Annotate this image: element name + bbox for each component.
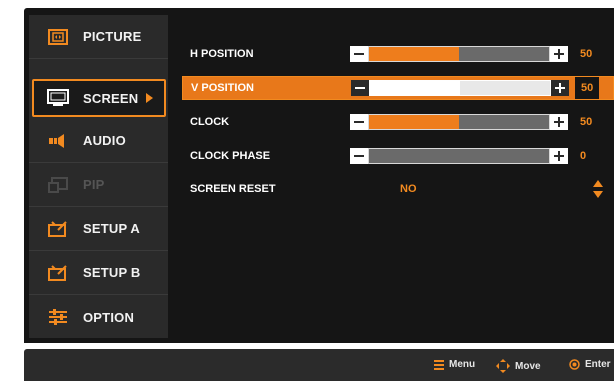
h-position-slider[interactable] (350, 46, 568, 62)
clock-slider[interactable] (350, 114, 568, 130)
submenu-arrow-icon (146, 93, 154, 103)
sidebar-item-label: PICTURE (83, 29, 142, 44)
setup-icon (45, 263, 71, 283)
clock-phase-slider[interactable] (350, 148, 568, 164)
clock-row[interactable]: CLOCK 50 (182, 110, 614, 134)
plus-icon[interactable] (550, 46, 568, 62)
row-value: 50 (580, 116, 593, 128)
row-label: H POSITION (190, 48, 254, 60)
slider-fill (370, 81, 460, 95)
enter-hint: Enter (569, 359, 611, 370)
osd-window: PICTURE SCREEN AUDIO PIP SETUP A SETUP B… (24, 8, 614, 343)
slider-track[interactable] (369, 80, 551, 96)
row-label: CLOCK (190, 116, 230, 128)
minus-icon[interactable] (350, 46, 368, 62)
menu-icon (434, 359, 444, 370)
screen-reset-row[interactable]: SCREEN RESET NO (182, 177, 614, 201)
picture-icon (45, 27, 71, 47)
screen-settings-panel: H POSITION 50 V POSITION 50 CLOCK 50 CLO… (168, 15, 614, 338)
setup-icon (45, 219, 71, 239)
row-label: SCREEN RESET (190, 183, 276, 195)
audio-icon (45, 131, 71, 151)
pip-icon (45, 175, 71, 195)
sidebar-item-label: SCREEN (83, 90, 139, 106)
plus-icon[interactable] (550, 148, 568, 164)
slider-track[interactable] (368, 46, 550, 62)
row-label: V POSITION (191, 82, 254, 94)
up-down-arrows-icon[interactable] (593, 180, 603, 198)
sidebar-item-picture[interactable]: PICTURE (29, 15, 168, 59)
slider-track[interactable] (368, 114, 550, 130)
h-position-row[interactable]: H POSITION 50 (182, 42, 614, 66)
plus-icon[interactable] (551, 80, 569, 96)
enter-hint-label: Enter (585, 359, 611, 370)
row-value: 50 (580, 48, 593, 60)
sidebar-item-screen[interactable]: SCREEN (32, 79, 166, 117)
slider-track[interactable] (368, 148, 550, 164)
menu-hint-label: Menu (449, 359, 476, 370)
slider-fill (369, 47, 459, 61)
plus-icon[interactable] (550, 114, 568, 130)
enter-circle-icon (569, 359, 580, 370)
sidebar-item-label: PIP (83, 177, 105, 192)
move-arrows-icon (496, 359, 510, 373)
sidebar-item-pip[interactable]: PIP (29, 163, 168, 207)
row-value: 50 (575, 77, 600, 99)
sidebar-item-option[interactable]: OPTION (29, 295, 168, 339)
sidebar-item-label: OPTION (83, 309, 135, 325)
sidebar-item-setup-b[interactable]: SETUP B (29, 251, 168, 295)
slider-fill (369, 115, 459, 129)
sidebar-item-audio[interactable]: AUDIO (29, 119, 168, 163)
move-hint: Move (496, 359, 541, 373)
move-hint-label: Move (515, 360, 541, 372)
minus-icon[interactable] (350, 114, 368, 130)
v-position-slider[interactable] (351, 80, 569, 96)
minus-icon[interactable] (350, 148, 368, 164)
sidebar-item-label: SETUP B (83, 265, 141, 280)
minus-icon[interactable] (351, 80, 369, 96)
sidebar-item-setup-a[interactable]: SETUP A (29, 207, 168, 251)
clock-phase-row[interactable]: CLOCK PHASE 0 (182, 144, 614, 168)
sidebar-menu: PICTURE SCREEN AUDIO PIP SETUP A SETUP B… (29, 15, 168, 338)
sidebar-item-label: AUDIO (83, 133, 126, 148)
screen-icon (45, 88, 71, 108)
screen-reset-value[interactable]: NO (400, 183, 417, 195)
row-label: CLOCK PHASE (190, 150, 271, 162)
menu-hint: Menu (434, 359, 475, 370)
option-icon (45, 307, 71, 327)
v-position-row[interactable]: V POSITION 50 (182, 76, 614, 100)
footer-hint-bar: Menu Move Enter (24, 349, 614, 381)
sidebar-item-label: SETUP A (83, 221, 141, 236)
row-value: 0 (580, 150, 587, 162)
